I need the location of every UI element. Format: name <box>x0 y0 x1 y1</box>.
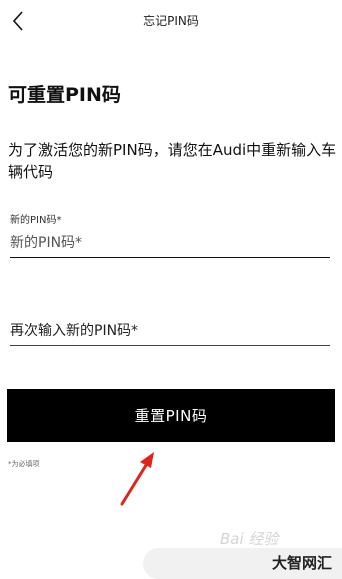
watermark-faint-text: Bai 经验 <box>220 530 279 548</box>
reset-pin-button[interactable]: 重置PIN码 <box>7 389 335 442</box>
page-title: 忘记PIN码 <box>143 14 199 28</box>
watermark-brand-text: 大智网汇 <box>272 554 333 572</box>
red-arrow-annotation <box>120 452 154 506</box>
description-text: 为了激活您的新PIN码，请您在Audi中重新输入车辆代码 <box>8 141 337 181</box>
navigation-bar: 忘记PIN码 <box>0 0 342 42</box>
new-pin-label: 新的PIN码* <box>10 215 62 226</box>
required-note: *为必填项 <box>8 460 40 468</box>
section-heading: 可重置PIN码 <box>8 84 121 106</box>
new-pin-input[interactable] <box>10 229 330 258</box>
confirm-pin-input[interactable] <box>10 317 330 346</box>
